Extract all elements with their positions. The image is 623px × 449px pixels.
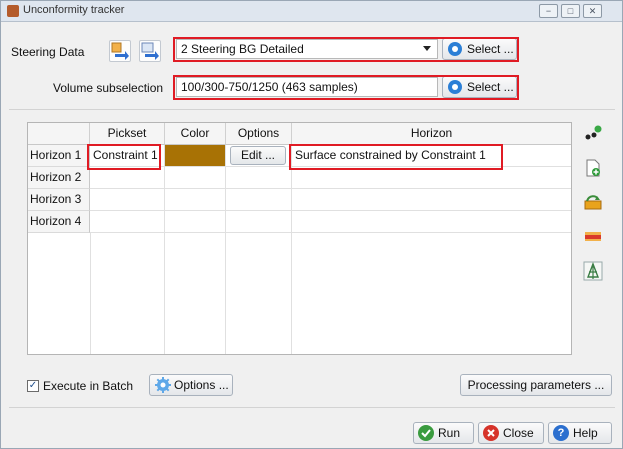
- batch-options-label: Options ...: [174, 378, 229, 392]
- close-icon[interactable]: ✕: [583, 4, 602, 18]
- pickset-cell[interactable]: [90, 211, 165, 233]
- steering-data-label: Steering Data: [11, 45, 85, 59]
- run-label: Run: [438, 426, 461, 440]
- run-button[interactable]: Run: [413, 422, 474, 444]
- execute-in-batch-label: Execute in Batch: [43, 379, 134, 393]
- checkmark-icon: [421, 429, 431, 438]
- steering-input-icon[interactable]: [109, 40, 131, 62]
- separator: [9, 109, 615, 110]
- color-swatch[interactable]: [165, 145, 226, 167]
- remove-icon[interactable]: [583, 226, 603, 246]
- help-button[interactable]: ? Help: [548, 422, 612, 444]
- separator: [9, 407, 615, 408]
- color-cell[interactable]: [165, 189, 226, 211]
- execute-in-batch-checkbox[interactable]: ✓: [27, 380, 39, 392]
- minimize-icon[interactable]: −: [539, 4, 558, 18]
- column-header-pickset[interactable]: Pickset: [90, 123, 165, 145]
- options-cell[interactable]: [226, 167, 292, 189]
- edit-button[interactable]: Edit ...: [230, 146, 286, 165]
- options-cell[interactable]: [226, 211, 292, 233]
- x-icon: [487, 429, 495, 437]
- dialog-window: Unconformity tracker − □ ✕ Steering Data…: [0, 0, 623, 449]
- dots-icon[interactable]: [583, 123, 603, 143]
- app-icon: [7, 5, 19, 17]
- move-up-icon[interactable]: [583, 192, 603, 212]
- help-label: Help: [573, 426, 598, 440]
- column-divider: [90, 233, 91, 354]
- help-icon: ?: [553, 425, 569, 441]
- options-cell: Edit ...: [226, 145, 292, 167]
- horizon-cell[interactable]: [292, 211, 571, 233]
- maximize-icon[interactable]: □: [561, 4, 580, 18]
- column-header-horizon[interactable]: Horizon: [292, 123, 571, 145]
- window-title: Unconformity tracker: [23, 4, 125, 16]
- close-button[interactable]: Close: [478, 422, 544, 444]
- close-label: Close: [503, 426, 534, 440]
- options-cell[interactable]: [226, 189, 292, 211]
- steering-highlight: [173, 37, 519, 62]
- new-file-icon[interactable]: [583, 158, 603, 178]
- color-cell[interactable]: [165, 211, 226, 233]
- column-divider: [164, 233, 165, 354]
- batch-options-button[interactable]: Options ...: [149, 374, 233, 396]
- row-header[interactable]: Horizon 2: [28, 167, 90, 189]
- gear-icon: [155, 377, 171, 393]
- steering-cube-icon[interactable]: [139, 40, 161, 62]
- column-header-color[interactable]: Color: [165, 123, 226, 145]
- row-header[interactable]: Horizon 3: [28, 189, 90, 211]
- horizon-cell[interactable]: [292, 167, 571, 189]
- title-bar: Unconformity tracker − □ ✕: [1, 1, 622, 22]
- row-header[interactable]: Horizon 1: [28, 145, 90, 167]
- color-cell[interactable]: [165, 167, 226, 189]
- column-header-options[interactable]: Options: [226, 123, 292, 145]
- horizon-highlight: [289, 144, 503, 170]
- pickset-cell[interactable]: [90, 167, 165, 189]
- volume-highlight: [173, 75, 519, 100]
- horizon-cell[interactable]: [292, 189, 571, 211]
- processing-parameters-button[interactable]: Processing parameters ...: [460, 374, 612, 396]
- column-divider: [291, 233, 292, 354]
- pickset-highlight: [87, 144, 161, 170]
- row-header[interactable]: Horizon 4: [28, 211, 90, 233]
- tree-icon[interactable]: [583, 261, 603, 281]
- volume-subselection-label: Volume subselection: [53, 81, 164, 95]
- corner-header: [28, 123, 90, 145]
- column-divider: [225, 233, 226, 354]
- pickset-cell[interactable]: [90, 189, 165, 211]
